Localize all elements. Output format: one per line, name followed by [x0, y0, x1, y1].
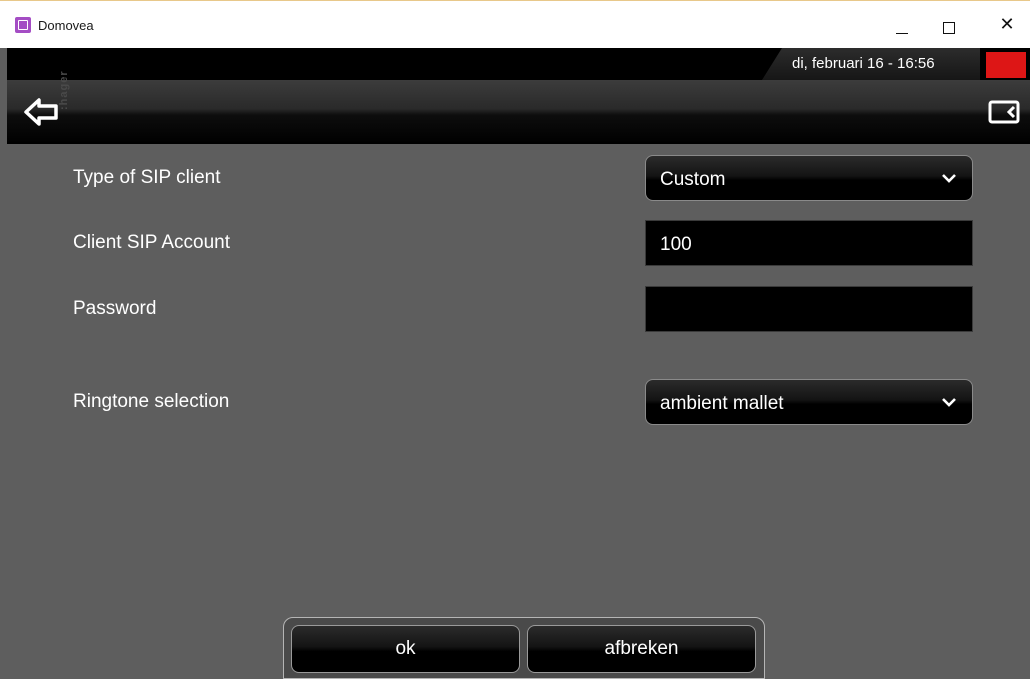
- ringtone-select[interactable]: ambient mallet: [645, 379, 973, 425]
- app-header: [7, 80, 1030, 144]
- maximize-button[interactable]: [926, 1, 972, 49]
- sip-type-value: Custom: [660, 169, 726, 190]
- ringtone-label: Ringtone selection: [73, 391, 230, 412]
- account-label: Client SIP Account: [73, 232, 231, 253]
- panel-toggle-button[interactable]: [988, 98, 1022, 128]
- chevron-down-icon: [942, 398, 956, 407]
- close-button[interactable]: ✕: [984, 1, 1030, 49]
- datetime-display: di, februari 16 - 16:56: [792, 55, 935, 72]
- panel-collapse-icon: [988, 100, 1020, 124]
- ringtone-value: ambient mallet: [660, 393, 784, 414]
- alarm-indicator[interactable]: [986, 52, 1026, 78]
- minimize-button[interactable]: [880, 1, 926, 49]
- password-input[interactable]: [645, 286, 973, 332]
- minimize-icon: [896, 33, 908, 34]
- password-label: Password: [73, 298, 157, 319]
- app-icon: [15, 17, 31, 33]
- cancel-button[interactable]: afbreken: [527, 625, 756, 673]
- window-titlebar: Domovea ✕: [0, 0, 1030, 48]
- hager-logo: :hager: [58, 70, 70, 110]
- sip-type-label: Type of SIP client: [73, 167, 221, 188]
- ok-button[interactable]: ok: [291, 625, 520, 673]
- window-title: Domovea: [38, 18, 94, 33]
- account-value: 100: [660, 234, 692, 255]
- maximize-icon: [943, 22, 955, 34]
- sip-type-select[interactable]: Custom: [645, 155, 973, 201]
- chevron-down-icon: [942, 174, 956, 183]
- back-button[interactable]: [22, 94, 62, 130]
- account-input[interactable]: 100: [645, 220, 973, 266]
- back-arrow-icon: [24, 98, 58, 126]
